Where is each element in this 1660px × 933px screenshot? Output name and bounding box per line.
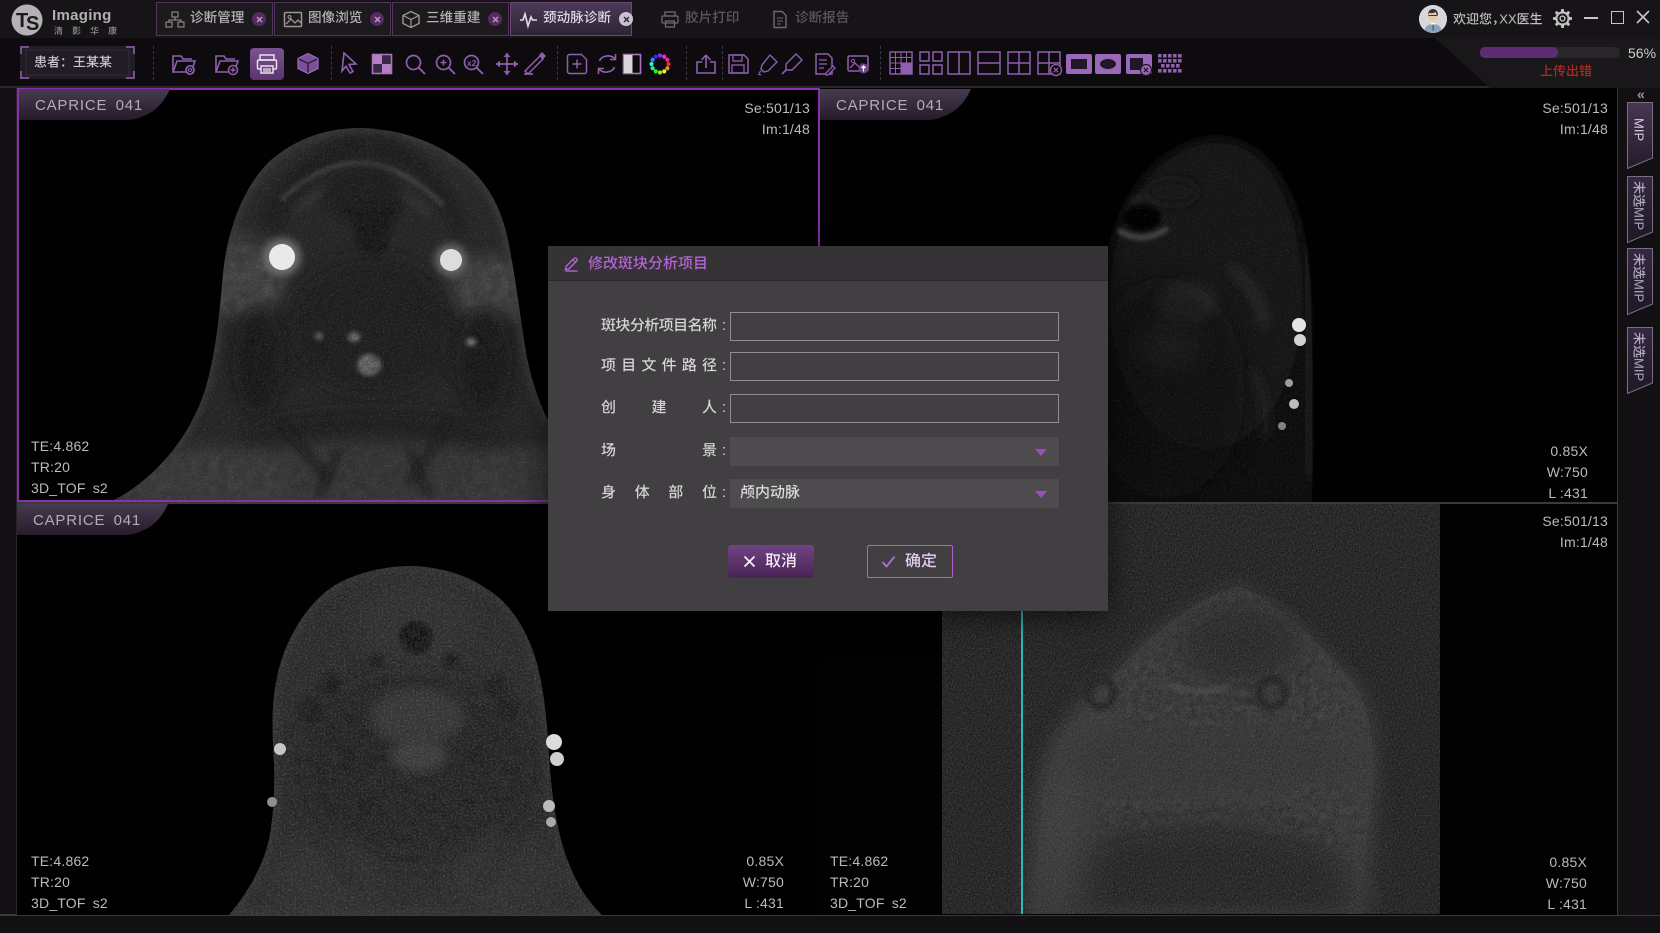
svg-text:MIP: MIP — [1632, 358, 1647, 381]
svg-text:MIP: MIP — [1632, 207, 1647, 230]
svg-text:S: S — [26, 13, 39, 35]
svg-text:x2: x2 — [467, 58, 477, 68]
svg-text:MIP: MIP — [1632, 279, 1647, 302]
svg-text:MIP: MIP — [1632, 118, 1647, 141]
svg-text:XX: XX — [1499, 12, 1517, 27]
